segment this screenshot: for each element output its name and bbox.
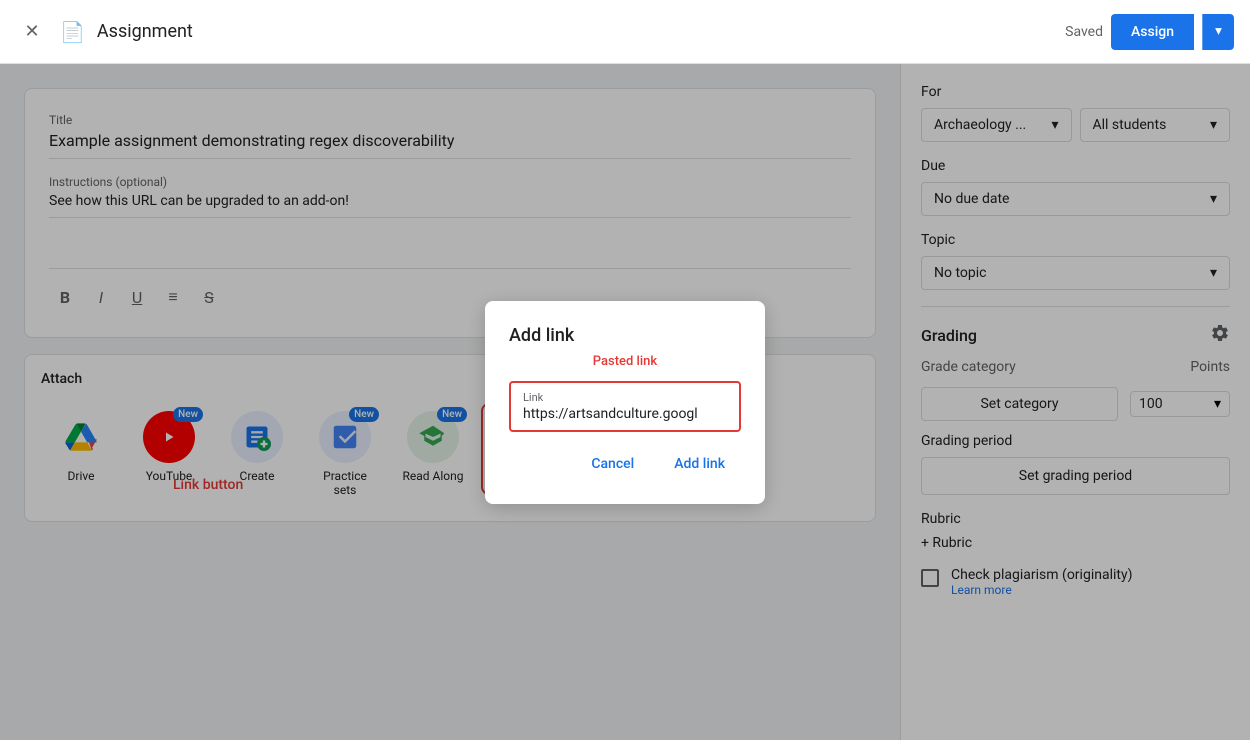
add-link-modal: Add link Pasted link Link https://artsan… bbox=[485, 301, 765, 504]
close-button[interactable]: ✕ bbox=[16, 16, 48, 48]
chevron-down-icon: ▾ bbox=[1215, 24, 1222, 39]
page-title: Assignment bbox=[97, 21, 193, 42]
doc-icon: 📄 bbox=[60, 20, 85, 44]
assign-button[interactable]: Assign bbox=[1111, 14, 1194, 50]
link-input-wrapper[interactable]: Link https://artsandculture.googl bbox=[509, 381, 741, 432]
add-link-button[interactable]: Add link bbox=[658, 448, 741, 480]
assign-dropdown-button[interactable]: ▾ bbox=[1202, 14, 1234, 50]
saved-status: Saved bbox=[1065, 24, 1103, 40]
modal-actions: Cancel Add link bbox=[509, 448, 741, 480]
link-field-value[interactable]: https://artsandculture.googl bbox=[523, 406, 727, 422]
pasted-link-label: Pasted link bbox=[509, 354, 741, 369]
cancel-button[interactable]: Cancel bbox=[575, 448, 650, 480]
header: ✕ 📄 Assignment Saved Assign ▾ bbox=[0, 0, 1250, 64]
header-left: ✕ 📄 Assignment bbox=[16, 16, 1053, 48]
modal-title: Add link bbox=[509, 325, 741, 346]
modal-overlay: Add link Pasted link Link https://artsan… bbox=[0, 64, 1250, 740]
link-field-label: Link bbox=[523, 391, 727, 404]
header-right: Saved Assign ▾ bbox=[1065, 14, 1234, 50]
